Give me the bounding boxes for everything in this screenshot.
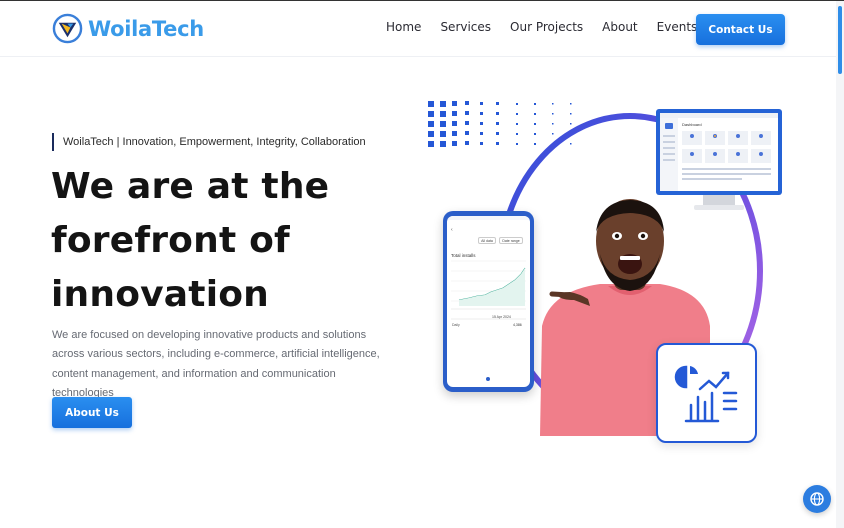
phone-chart-title: Total installs [451, 253, 476, 258]
main-nav: Home Services Our Projects About Events [386, 20, 697, 34]
nav-about[interactable]: About [602, 20, 637, 34]
headline-line-2: forefront of [51, 220, 290, 261]
phone-date: 15 Apr 2024 [492, 315, 511, 319]
nav-home[interactable]: Home [386, 20, 421, 34]
phone-row-label: Daily [452, 323, 460, 327]
phone-mockup: ‹ All data Date range Total installs 15 … [443, 211, 534, 392]
about-us-button[interactable]: About Us [52, 397, 132, 428]
logo[interactable]: WoilaTech [52, 13, 204, 44]
headline-line-3: innovation [51, 274, 269, 315]
monitor-mockup: Dashboard [656, 109, 782, 195]
svg-text:‹: ‹ [451, 227, 453, 233]
analytics-card [656, 343, 757, 443]
analytics-chart-icon [674, 365, 738, 423]
phone-pill-filter: All data [478, 237, 496, 244]
contact-us-button[interactable]: Contact Us [696, 14, 785, 45]
hero-description: We are focused on developing innovative … [52, 329, 380, 399]
nav-services[interactable]: Services [440, 20, 491, 34]
hero-headline: We are at the forefront of innovation [51, 160, 391, 322]
phone-row-value: 4,386 [513, 323, 522, 327]
page: WoilaTech Home Services Our Projects Abo… [0, 0, 844, 528]
brand-name: WoilaTech [88, 16, 204, 41]
woilatech-logo-icon [52, 13, 83, 44]
globe-chat-icon[interactable] [803, 485, 831, 513]
monitor-heading: Dashboard [682, 122, 702, 127]
phone-pill-date-range: Date range [499, 237, 523, 244]
monitor-screen: Dashboard [660, 113, 778, 191]
globe-icon [810, 492, 824, 506]
dashboard-preview-icon: Dashboard [660, 113, 778, 191]
page-scrollbar[interactable] [836, 1, 844, 528]
scrollbar-thumb[interactable] [838, 6, 842, 74]
headline-line-1: We are at the [51, 166, 330, 207]
header: WoilaTech Home Services Our Projects Abo… [0, 1, 836, 57]
nav-our-projects[interactable]: Our Projects [510, 20, 583, 34]
nav-events[interactable]: Events [657, 20, 698, 34]
hero-tagline: WoilaTech | Innovation, Empowerment, Int… [52, 133, 366, 151]
phone-screen: ‹ All data Date range Total installs 15 … [447, 216, 530, 387]
